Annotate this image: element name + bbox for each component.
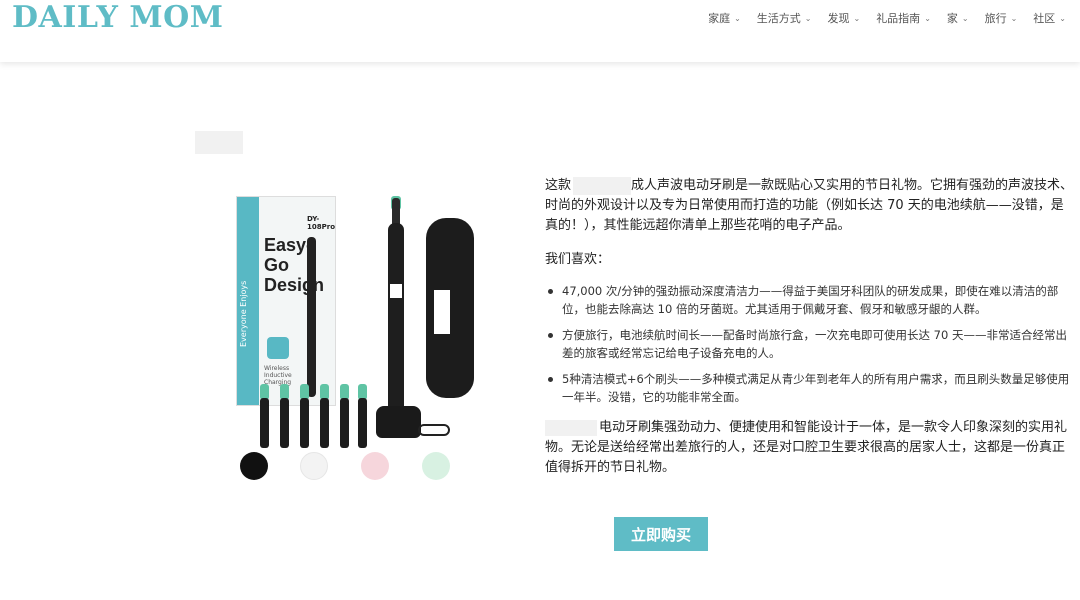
box-feature-label: Wireless Inductive Charging (264, 365, 292, 386)
redacted-label (195, 131, 243, 154)
article-body: 这款 成人声波电动牙刷是一款既贴心又实用的节日礼物。它拥有强劲的声波技术、时尚的外… (545, 176, 1075, 478)
toothbrush-handle (388, 223, 404, 413)
chevron-down-icon: ⌄ (961, 13, 969, 23)
box-title: Easy-Go Design (264, 235, 335, 295)
nav-item-lifestyle[interactable]: 生活方式 ⌄ (757, 10, 812, 26)
nav-label: 家庭 (708, 12, 731, 25)
chevron-down-icon: ⌄ (1059, 13, 1066, 23)
nav-item-community[interactable]: 社区 ⌄ (1033, 10, 1066, 26)
feature-list: 47,000 次/分钟的强劲振动深度清洁力——得益于美国牙科团队的研发成果，即使… (545, 282, 1075, 406)
buy-now-button[interactable]: 立即购买 (614, 517, 708, 551)
nav-item-family[interactable]: 家庭 ⌄ (708, 10, 741, 26)
chevron-down-icon: ⌄ (734, 13, 741, 23)
brush-head (358, 398, 367, 448)
nav-label: 旅行 (984, 12, 1007, 25)
charging-cable (418, 424, 450, 436)
brush-head (340, 398, 349, 448)
list-item: 方便旅行，电池续航时间长——配备时尚旅行盒，一次充电即可使用长达 70 天——非… (545, 326, 1075, 362)
product-box: Everyone Enjoys DY-108Pro Easy-Go Design… (236, 196, 336, 406)
box-side-text: Everyone Enjoys (239, 280, 248, 347)
site-logo[interactable]: DAILY MOM (12, 0, 223, 35)
nav-label: 家 (946, 12, 958, 25)
nav-item-travel[interactable]: 旅行 ⌄ (985, 10, 1018, 26)
chevron-down-icon: ⌄ (1010, 13, 1018, 23)
redacted-case-label (434, 290, 450, 334)
nav-label: 社区 (1033, 12, 1056, 25)
nav-label: 发现 (827, 12, 850, 25)
box-brush-graphic (307, 237, 316, 397)
redacted-brush-label (390, 284, 402, 298)
chevron-down-icon: ⌄ (853, 13, 861, 23)
color-swatch-green[interactable] (422, 452, 450, 480)
redacted-brand (545, 419, 597, 436)
nav-item-gift-guide[interactable]: 礼品指南 ⌄ (876, 10, 931, 26)
nav-label: 礼品指南 (876, 12, 921, 25)
product-image: Everyone Enjoys DY-108Pro Easy-Go Design… (228, 188, 498, 488)
nav-label: 生活方式 (756, 12, 801, 25)
brush-head (320, 398, 329, 448)
redacted-brand (573, 176, 632, 195)
summary-text: 电动牙刷集强劲动力、便捷使用和智能设计于一体，是一款令人印象深刻的实用礼物。无论… (545, 420, 1068, 475)
site-header: DAILY MOM 家庭 ⌄ 生活方式 ⌄ 发现 ⌄ 礼品指南 ⌄ 家 ⌄ 旅行 ⌄ 社区 ⌄ (0, 0, 1080, 62)
we-like-heading: 我们喜欢： (545, 252, 611, 267)
nav-item-discover[interactable]: 发现 ⌄ (827, 10, 860, 26)
nav-item-home[interactable]: 家 ⌄ (947, 10, 969, 26)
color-swatch-white[interactable] (300, 452, 328, 480)
intro-before: 这款 (545, 178, 572, 193)
list-item: 47,000 次/分钟的强劲振动深度清洁力——得益于美国牙科团队的研发成果，即使… (545, 282, 1075, 318)
chevron-down-icon: ⌄ (924, 13, 931, 23)
main-nav: 家庭 ⌄ 生活方式 ⌄ 发现 ⌄ 礼品指南 ⌄ 家 ⌄ 旅行 ⌄ 社区 ⌄ (708, 10, 1066, 26)
color-swatch-pink[interactable] (361, 452, 389, 480)
brush-head (260, 398, 269, 448)
box-model-label: DY-108Pro (307, 215, 336, 231)
intro-paragraph: 这款 成人声波电动牙刷是一款既贴心又实用的节日礼物。它拥有强劲的声波技术、时尚的外… (545, 176, 1075, 236)
box-title-line: Design (264, 275, 325, 295)
charging-base (376, 406, 421, 438)
charging-icon (267, 337, 289, 359)
color-swatch-black[interactable] (240, 452, 268, 480)
box-title-line: Easy-Go (264, 235, 313, 275)
chevron-down-icon: ⌄ (804, 13, 812, 23)
brush-head (280, 398, 289, 448)
brush-head (300, 398, 309, 448)
summary-paragraph: 电动牙刷集强劲动力、便捷使用和智能设计于一体，是一款令人印象深刻的实用礼物。无论… (545, 418, 1075, 478)
list-item: 5种清洁模式+6个刷头——多种模式满足从青少年到老年人的所有用户需求，而且刷头数… (545, 370, 1075, 406)
